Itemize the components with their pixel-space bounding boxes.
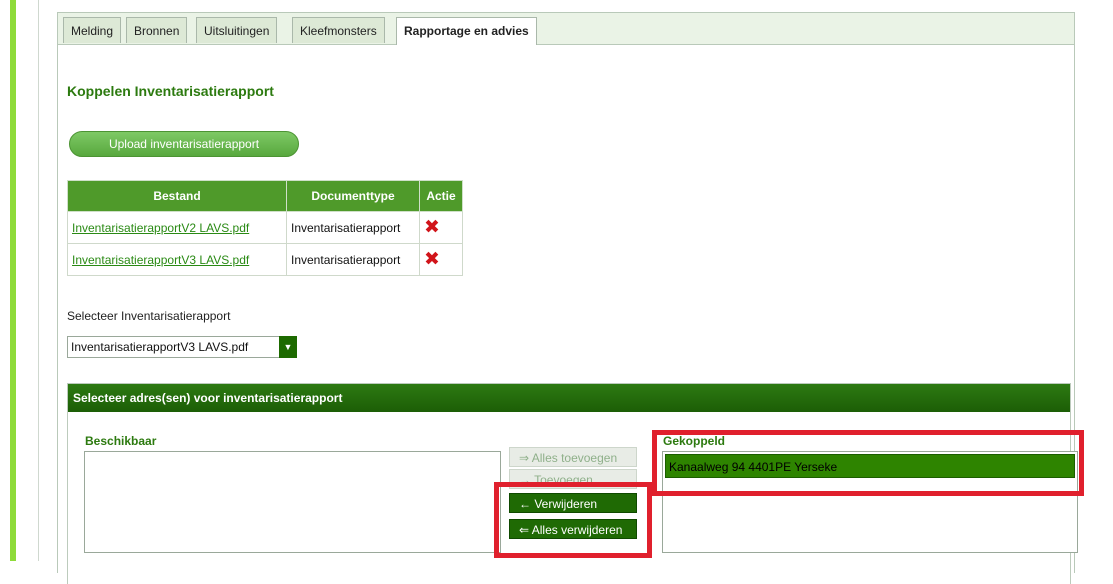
group-header: Selecteer adres(sen) voor inventarisatie… bbox=[68, 384, 1070, 412]
highlight-box-linked bbox=[652, 430, 1084, 496]
doctype-cell: Inventarisatierapport bbox=[286, 243, 420, 276]
delete-x-icon[interactable]: ✖ bbox=[424, 249, 440, 270]
table-header-row: Bestand Documenttype Actie bbox=[67, 180, 463, 212]
tab-bar: Melding Bronnen Uitsluitingen Kleefmonst… bbox=[58, 13, 1074, 45]
available-label: Beschikbaar bbox=[85, 434, 157, 448]
content-divider bbox=[38, 0, 39, 561]
action-cell: ✖ bbox=[419, 211, 463, 244]
file-link[interactable]: InventarisatierapportV2 LAVS.pdf bbox=[72, 221, 249, 235]
tab-kleefmonsters[interactable]: Kleefmonsters bbox=[292, 17, 385, 43]
column-header-bestand: Bestand bbox=[67, 180, 287, 212]
tab-uitsluitingen[interactable]: Uitsluitingen bbox=[196, 17, 278, 43]
action-cell: ✖ bbox=[419, 243, 463, 276]
tab-melding[interactable]: Melding bbox=[63, 17, 122, 43]
add-all-button[interactable]: ⇒ Alles toevoegen bbox=[509, 447, 637, 467]
table-row: InventarisatierapportV3 LAVS.pdf Inventa… bbox=[67, 243, 463, 276]
available-list[interactable] bbox=[84, 451, 501, 553]
left-accent-bar bbox=[10, 0, 16, 561]
file-cell: InventarisatierapportV3 LAVS.pdf bbox=[67, 243, 287, 276]
select-label: Selecteer Inventarisatierapport bbox=[67, 309, 231, 323]
section-title: Koppelen Inventarisatierapport bbox=[67, 83, 274, 99]
file-link[interactable]: InventarisatierapportV3 LAVS.pdf bbox=[72, 253, 249, 267]
tab-rapportage-en-advies[interactable]: Rapportage en advies bbox=[396, 17, 537, 45]
select-value: InventarisatierapportV3 LAVS.pdf bbox=[71, 340, 249, 354]
report-select[interactable]: InventarisatierapportV3 LAVS.pdf ▼ bbox=[67, 336, 297, 358]
table-row: InventarisatierapportV2 LAVS.pdf Inventa… bbox=[67, 211, 463, 244]
delete-x-icon[interactable]: ✖ bbox=[424, 217, 440, 238]
column-header-actie: Actie bbox=[419, 180, 463, 212]
file-cell: InventarisatierapportV2 LAVS.pdf bbox=[67, 211, 287, 244]
upload-button[interactable]: Upload inventarisatierapport bbox=[69, 131, 299, 157]
files-table: Bestand Documenttype Actie Inventarisati… bbox=[67, 180, 463, 276]
doctype-cell: Inventarisatierapport bbox=[286, 211, 420, 244]
tab-bronnen[interactable]: Bronnen bbox=[126, 17, 188, 43]
highlight-box-remove-buttons bbox=[494, 482, 652, 558]
dropdown-arrow-icon[interactable]: ▼ bbox=[279, 336, 297, 358]
column-header-documenttype: Documenttype bbox=[286, 180, 420, 212]
